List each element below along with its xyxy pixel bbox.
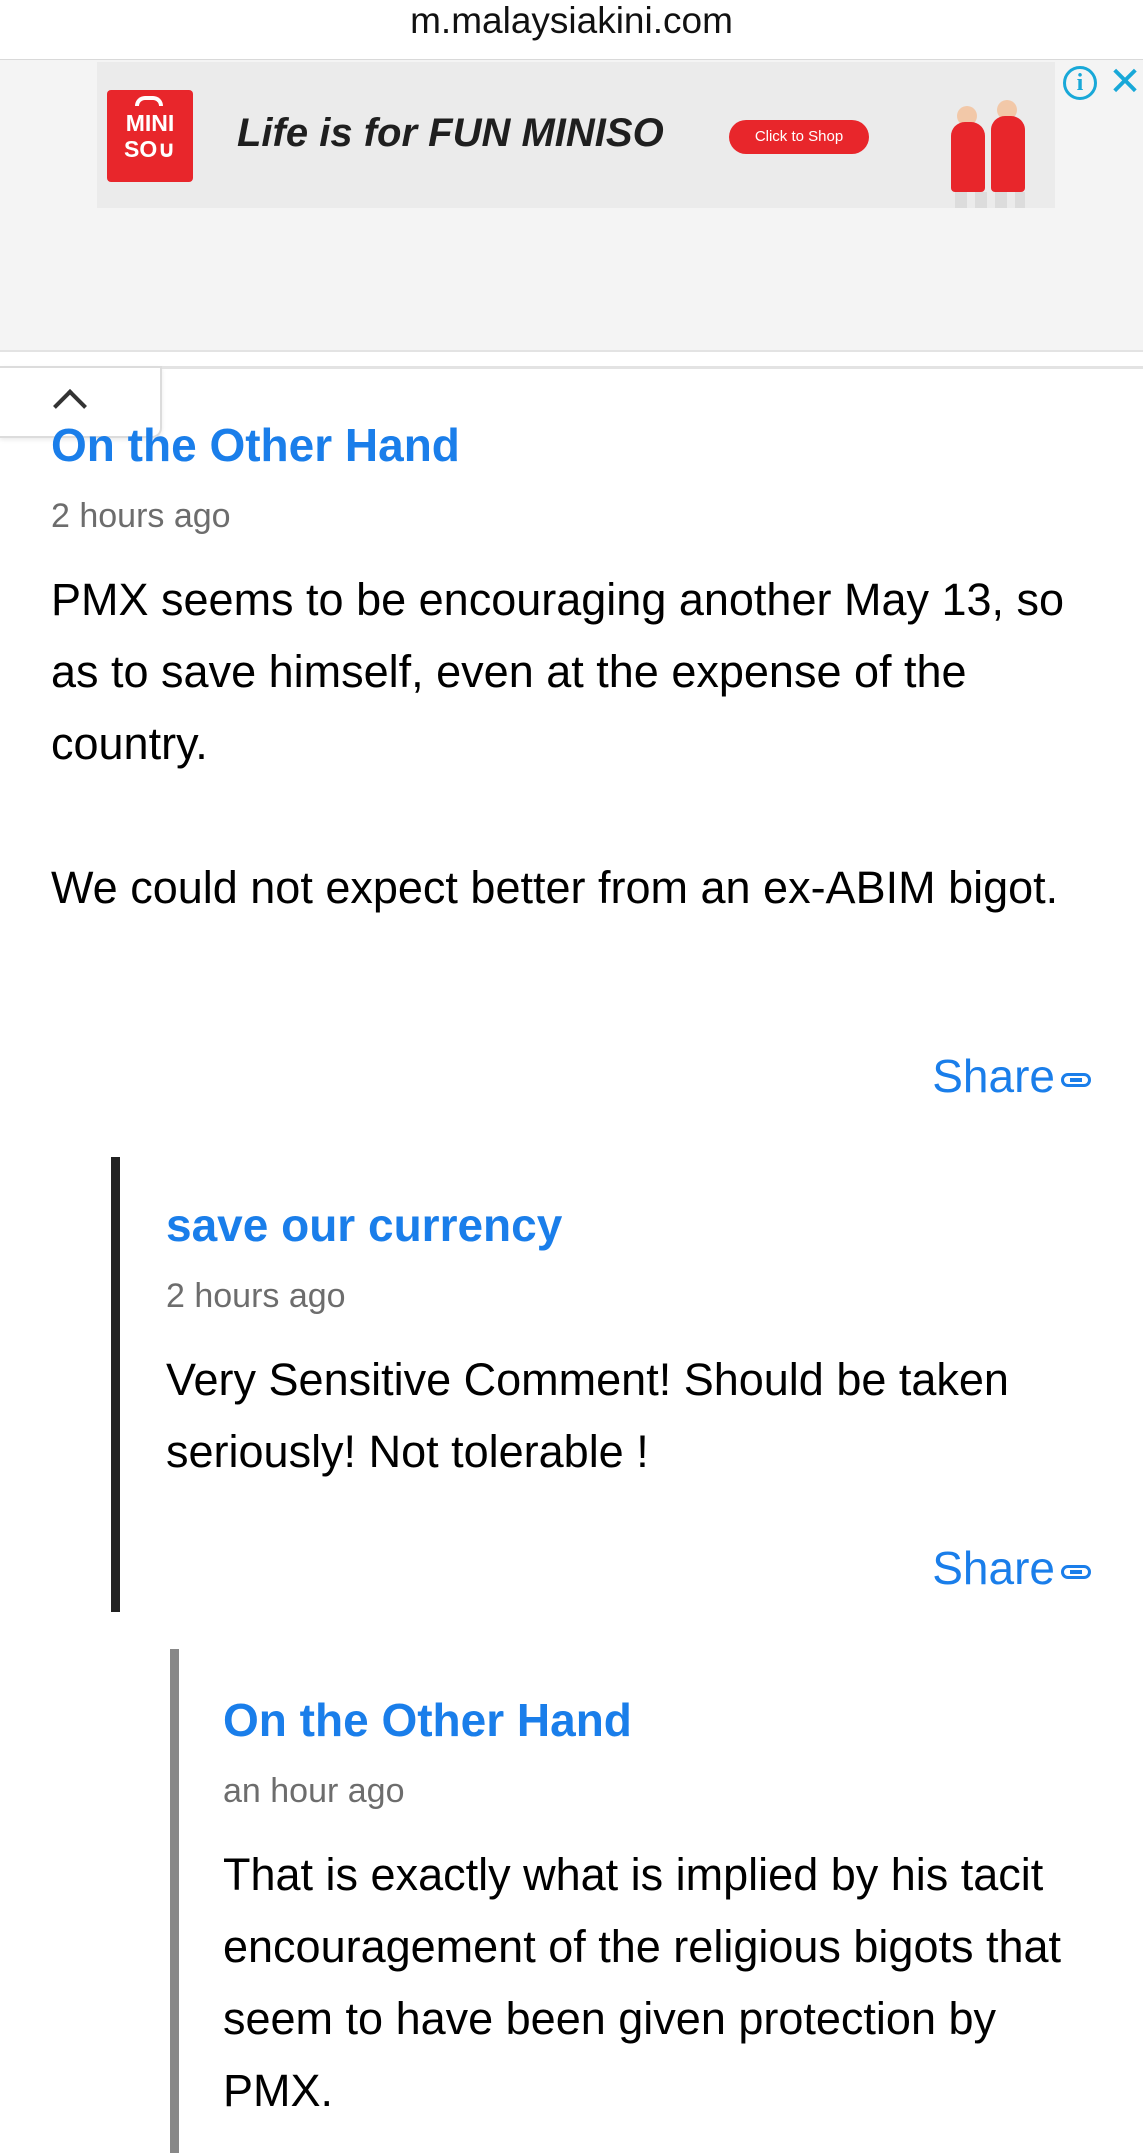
- comment-timestamp: an hour ago: [223, 1772, 405, 1810]
- comment-paragraph: PMX seems to be encouraging another May …: [51, 574, 1065, 769]
- comment-body: Very Sensitive Comment! Should be taken …: [166, 1344, 1106, 1488]
- link-icon: [1061, 1072, 1091, 1087]
- ad-click-to-shop-button[interactable]: Click to Shop: [729, 120, 869, 154]
- share-button[interactable]: Share: [932, 1049, 1091, 1103]
- comment-body: PMX seems to be encouraging another May …: [51, 564, 1101, 924]
- thread-line: [170, 1649, 179, 2153]
- logo-line-2: SO∪: [124, 136, 176, 162]
- comment-paragraph: That is exactly what is implied by his t…: [223, 1849, 1062, 2116]
- share-button[interactable]: Share: [932, 1541, 1091, 1595]
- logo-line-1: MINI: [125, 110, 175, 136]
- share-label: Share: [932, 1542, 1055, 1594]
- ad-info-icon[interactable]: i: [1063, 66, 1097, 100]
- comment-author-link[interactable]: On the Other Hand: [51, 418, 1101, 472]
- url-text[interactable]: m.malaysiakini.com: [0, 0, 1143, 42]
- comment-author-link[interactable]: On the Other Hand: [223, 1693, 1103, 1747]
- comment: On the Other Hand 2 hours ago PMX seems …: [51, 418, 1101, 1118]
- ad-shopping-figures-image: [945, 100, 1037, 208]
- comment-paragraph: Very Sensitive Comment! Should be taken …: [166, 1354, 1009, 1477]
- browser-url-bar[interactable]: m.malaysiakini.com: [0, 0, 1143, 60]
- comment-timestamp: 2 hours ago: [166, 1277, 346, 1315]
- comment-reply: save our currency 2 hours ago Very Sensi…: [166, 1198, 1106, 1548]
- share-label: Share: [932, 1050, 1055, 1102]
- ad-container: MINI SO∪ Life is for FUN MINISO Click to…: [0, 60, 1143, 352]
- thread-line: [111, 1157, 120, 1612]
- comment-reply: On the Other Hand an hour ago That is ex…: [223, 1693, 1103, 2153]
- ad-close-icon[interactable]: ✕: [1107, 62, 1143, 102]
- ad-banner[interactable]: MINI SO∪ Life is for FUN MINISO Click to…: [97, 62, 1142, 208]
- comment-body: That is exactly what is implied by his t…: [223, 1839, 1103, 2127]
- content-top-edge: [162, 366, 1143, 369]
- comment-timestamp: 2 hours ago: [51, 497, 231, 535]
- comment-paragraph: We could not expect better from an ex-AB…: [51, 862, 1059, 913]
- miniso-logo: MINI SO∪: [107, 90, 193, 182]
- link-icon: [1061, 1564, 1091, 1579]
- ad-tagline: Life is for FUN MINISO: [237, 111, 664, 155]
- comment-author-link[interactable]: save our currency: [166, 1198, 1106, 1252]
